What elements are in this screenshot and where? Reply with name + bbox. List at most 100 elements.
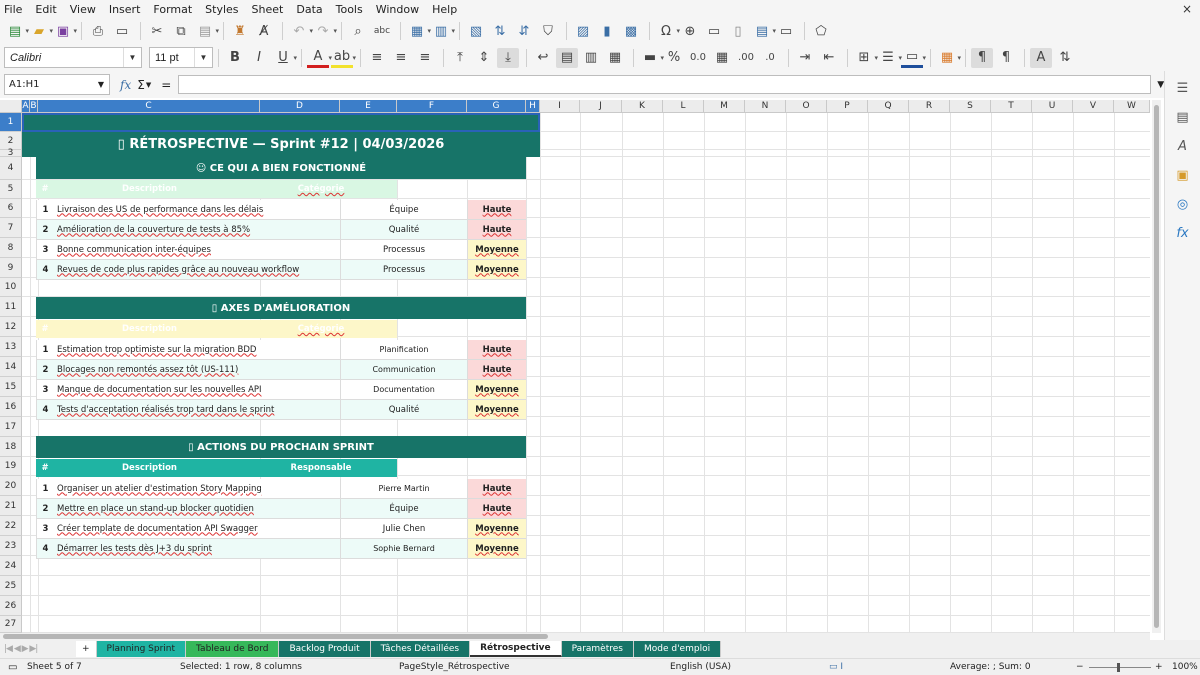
item-description[interactable]: Démarrer les tests dès J+3 du sprint [54,539,340,559]
freeze-rows-icon[interactable]: ▭ [775,21,797,41]
menu-styles[interactable]: Styles [205,3,238,16]
italic-icon[interactable]: I [248,48,270,68]
cut-icon[interactable]: ✂ [146,21,168,41]
column-header-t[interactable]: T [991,100,1032,113]
find-replace-icon[interactable]: ⌕ [347,21,369,41]
name-box[interactable]: A1:H1 ▼ [4,74,110,95]
row-header-18[interactable]: 18 [0,437,22,457]
item-category[interactable]: Sophie Bernard [340,539,467,559]
priority-badge[interactable]: Moyenne [467,260,526,280]
item-category[interactable]: Équipe [340,499,467,519]
row-header-3[interactable]: 3 [0,148,22,158]
paste-icon[interactable]: ▤ [194,21,219,41]
column-header-g[interactable]: G [467,100,526,113]
bold-icon[interactable]: B [224,48,246,68]
special-character-icon[interactable]: Ω [655,21,680,41]
column-header-b[interactable]: B [30,100,38,113]
chevron-down-icon[interactable]: ▼ [93,75,109,94]
selection-mode-icon[interactable]: ▭ I [829,662,843,672]
font-color-icon[interactable]: A [307,48,332,68]
column-header-o[interactable]: O [786,100,827,113]
underline-icon[interactable]: U [272,48,297,68]
align-top-icon[interactable]: ⤒ [449,48,471,68]
column-header-c[interactable]: C [38,100,260,113]
column-header-q[interactable]: Q [868,100,909,113]
align-center-icon[interactable]: ≡ [390,48,412,68]
item-description[interactable]: Bonne communication inter-équipes [54,240,340,260]
borders-icon[interactable]: ⊞ [853,48,878,68]
priority-badge[interactable]: Moyenne [467,400,526,420]
function-wizard-icon[interactable]: fx [120,78,131,92]
row-header-22[interactable]: 22 [0,516,22,536]
pivot-table-icon[interactable]: ▩ [620,21,642,41]
conditional-format-icon[interactable]: ▦ [936,48,961,68]
menu-file[interactable]: File [4,3,22,16]
row-header-5[interactable]: 5 [0,180,22,199]
column-header-e[interactable]: E [340,100,397,113]
row-header-13[interactable]: 13 [0,337,22,357]
item-description[interactable]: Estimation trop optimiste sur la migrati… [54,340,340,360]
sheet-tab-2[interactable]: Backlog Produit [279,641,371,657]
delete-decimal-icon[interactable]: .0 [759,48,781,68]
column-header-r[interactable]: R [909,100,950,113]
item-description[interactable]: Livraison des US de performance dans les… [54,200,340,220]
item-description[interactable]: Blocages non remontés assez tôt (US-111) [54,360,340,380]
row-header-9[interactable]: 9 [0,258,22,278]
close-document-icon[interactable]: × [1182,2,1192,16]
chevron-down-icon[interactable]: ▼ [123,48,141,67]
row-header-26[interactable]: 26 [0,596,22,616]
column-header-k[interactable]: K [622,100,663,113]
save-icon[interactable]: ▣ [52,21,77,41]
priority-badge[interactable]: Moyenne [467,539,526,559]
open-folder-icon[interactable]: ▰ [28,21,53,41]
sort-ascending-icon[interactable]: ⇅ [489,21,511,41]
menu-edit[interactable]: Edit [35,3,56,16]
item-category[interactable]: Qualité [340,220,467,240]
column-icon[interactable]: ▥ [430,21,455,41]
page-style[interactable]: PageStyle_Rétrospective [399,662,510,672]
styles-icon[interactable]: A [1172,135,1194,157]
item-category[interactable]: Pierre Martin [340,479,467,499]
row-header-21[interactable]: 21 [0,496,22,516]
column-header-a[interactable]: A [22,100,30,113]
clone-format-icon[interactable]: ♜ [229,21,251,41]
item-category[interactable]: Processus [340,260,467,280]
align-right-icon[interactable]: ≡ [414,48,436,68]
priority-badge[interactable]: Haute [467,360,526,380]
priority-badge[interactable]: Moyenne [467,240,526,260]
menu-help[interactable]: Help [432,3,457,16]
chevron-down-icon[interactable]: ▼ [146,81,151,89]
item-description[interactable]: Tests d'acceptation réalisés trop tard d… [54,400,340,420]
zoom-slider-thumb[interactable] [1117,663,1120,672]
row-header-12[interactable]: 12 [0,317,22,337]
zoom-level[interactable]: 100% [1172,662,1198,672]
item-description[interactable]: Revues de code plus rapides grâce au nou… [54,260,340,280]
row-header-23[interactable]: 23 [0,536,22,556]
sidebar-menu-icon[interactable]: ☰ [1172,77,1194,99]
item-description[interactable]: Créer template de documentation API Swag… [54,519,340,539]
sum-display[interactable]: Average: ; Sum: 0 [950,662,1031,672]
column-header-u[interactable]: U [1032,100,1073,113]
wrap-text-icon[interactable]: ↩ [532,48,554,68]
column-header-m[interactable]: M [704,100,745,113]
menu-format[interactable]: Format [153,3,192,16]
item-category[interactable]: Qualité [340,400,467,420]
zoom-slider[interactable] [1089,667,1151,668]
sheet-tab-1[interactable]: Tableau de Bord [186,641,280,657]
row-header-8[interactable]: 8 [0,238,22,258]
percent-format-icon[interactable]: % [663,48,685,68]
undo-icon[interactable]: ↶ [288,21,313,41]
item-category[interactable]: Communication [340,360,467,380]
menu-sheet[interactable]: Sheet [252,3,284,16]
copy-icon[interactable]: ⧉ [170,21,192,41]
horizontal-scrollbar[interactable] [0,633,1150,640]
merge-cells-icon[interactable]: ▥ [580,48,602,68]
select-all-corner[interactable] [0,100,22,113]
show-draw-functions-icon[interactable]: ⬠ [810,21,832,41]
add-decimal-icon[interactable]: .00 [735,48,757,68]
item-description[interactable]: Amélioration de la couverture de tests à… [54,220,340,240]
new-document-icon[interactable]: ▤ [4,21,29,41]
sum-icon[interactable]: Σ [137,78,145,92]
decrease-indent-icon[interactable]: ⇤ [818,48,840,68]
increase-indent-icon[interactable]: ⇥ [794,48,816,68]
